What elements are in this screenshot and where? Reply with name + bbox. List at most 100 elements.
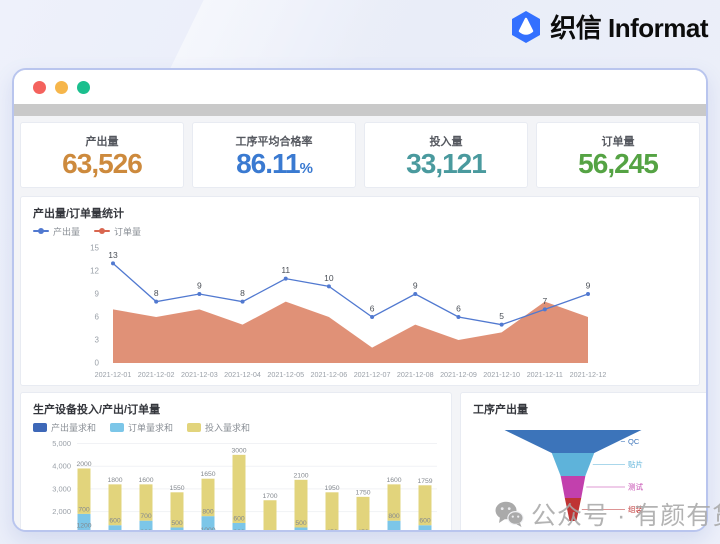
svg-text:1200: 1200	[76, 522, 91, 529]
stacked-bar-chart[interactable]: 01,0002,0003,0004,0005,00012007002000800…	[33, 433, 441, 532]
svg-text:QC: QC	[628, 437, 640, 446]
svg-text:10: 10	[324, 273, 334, 283]
svg-text:9: 9	[586, 281, 591, 291]
svg-text:0: 0	[95, 359, 100, 368]
kpi-value: 86.11%	[236, 150, 312, 178]
svg-text:1600: 1600	[138, 477, 153, 484]
svg-text:贴片: 贴片	[628, 459, 643, 469]
line-chart-legend: 产出量 订单量	[33, 225, 687, 237]
svg-text:2021-12-12: 2021-12-12	[570, 370, 607, 379]
swatch-icon	[33, 423, 47, 432]
svg-text:2100: 2100	[293, 472, 308, 479]
svg-text:800: 800	[388, 513, 400, 520]
svg-text:1650: 1650	[200, 471, 215, 478]
legend-item-order-sum[interactable]: 订单量求和	[110, 421, 173, 434]
kpi-card-orders: 订单量 56,245	[536, 122, 700, 188]
svg-text:2021-12-06: 2021-12-06	[311, 370, 348, 379]
svg-text:2021-12-10: 2021-12-10	[483, 370, 520, 379]
traffic-light-maximize[interactable]	[77, 81, 90, 94]
output-order-trend-card: 产出量/订单量统计 产出量 订单量 2021-12-01 2021-12-02 20…	[20, 196, 700, 386]
kpi-value: 33,121	[406, 150, 486, 178]
kpi-label: 订单量	[602, 133, 635, 149]
svg-text:3000: 3000	[231, 447, 246, 454]
legend-item-output[interactable]: 产出量	[33, 225, 80, 238]
window-toolbar	[14, 104, 706, 116]
svg-text:1700: 1700	[262, 493, 277, 500]
svg-text:800: 800	[419, 531, 431, 532]
svg-text:测试: 测试	[628, 482, 643, 492]
kpi-row: 产出量 63,526 工序平均合格率 86.11% 投入量 33,121 订单量…	[20, 122, 700, 188]
window-titlebar[interactable]	[14, 70, 706, 104]
svg-text:800: 800	[109, 531, 121, 532]
svg-text:3,000: 3,000	[52, 484, 71, 493]
watermark-text: 公众号 · 有颜有货	[531, 496, 720, 532]
svg-text:400: 400	[264, 531, 276, 532]
svg-text:1000: 1000	[200, 527, 215, 532]
svg-text:800: 800	[171, 531, 183, 532]
svg-text:1759: 1759	[417, 478, 432, 485]
dashboard-content: 产出量 63,526 工序平均合格率 86.11% 投入量 33,121 订单量…	[14, 116, 706, 530]
kpi-label: 工序平均合格率	[236, 133, 313, 149]
svg-text:900: 900	[140, 529, 152, 532]
bar-chart-legend: 产出量求和 订单量求和 投入量求和	[33, 421, 439, 433]
kpi-label: 投入量	[430, 133, 463, 149]
traffic-light-minimize[interactable]	[55, 81, 68, 94]
svg-text:2021-12-08: 2021-12-08	[397, 370, 434, 379]
svg-text:1550: 1550	[169, 485, 184, 492]
traffic-light-close[interactable]	[33, 81, 46, 94]
brand-name: 织信 Informat	[550, 8, 708, 45]
svg-text:1,000: 1,000	[52, 530, 71, 532]
svg-text:15: 15	[90, 244, 99, 253]
svg-text:3: 3	[95, 336, 100, 345]
svg-text:800: 800	[295, 531, 307, 532]
line-area-chart[interactable]: 2021-12-012021-12-022021-12-032021-12-04…	[33, 237, 693, 385]
svg-text:1800: 1800	[107, 477, 122, 484]
kpi-card-output: 产出量 63,526	[20, 122, 184, 188]
svg-text:11: 11	[281, 265, 290, 275]
svg-text:9: 9	[197, 281, 202, 291]
svg-text:2021-12-02: 2021-12-02	[138, 370, 175, 379]
line-marker-icon	[94, 230, 110, 232]
svg-text:600: 600	[109, 518, 121, 525]
svg-text:9: 9	[413, 281, 418, 291]
svg-text:450: 450	[357, 529, 369, 532]
brand-hexagon-icon	[510, 10, 542, 44]
svg-text:2021-12-04: 2021-12-04	[224, 370, 261, 379]
svg-text:6: 6	[370, 304, 375, 314]
svg-text:5,000: 5,000	[52, 439, 71, 448]
svg-text:500: 500	[171, 520, 183, 527]
svg-text:12: 12	[90, 267, 99, 276]
kpi-value: 56,245	[578, 150, 658, 178]
app-window: 产出量 63,526 工序平均合格率 86.11% 投入量 33,121 订单量…	[12, 68, 708, 532]
svg-text:8: 8	[240, 288, 245, 298]
svg-text:2021-12-07: 2021-12-07	[354, 370, 391, 379]
kpi-label: 产出量	[86, 133, 119, 149]
swatch-icon	[110, 423, 124, 432]
svg-text:2021-12-09: 2021-12-09	[440, 370, 477, 379]
svg-text:6: 6	[456, 304, 461, 314]
watermark: 公众号 · 有颜有货	[494, 496, 720, 532]
equipment-bar-chart-card: 生产设备投入/产出/订单量 产出量求和 订单量求和 投入量求和	[20, 392, 452, 532]
wechat-icon	[494, 500, 524, 528]
svg-text:900: 900	[233, 529, 245, 532]
svg-text:9: 9	[95, 290, 100, 299]
svg-text:2021-12-01: 2021-12-01	[95, 370, 132, 379]
svg-text:1750: 1750	[355, 489, 370, 496]
svg-text:700: 700	[78, 506, 90, 513]
svg-text:13: 13	[108, 250, 118, 260]
chart-title: 生产设备投入/产出/订单量	[33, 401, 439, 417]
line-marker-icon	[33, 230, 49, 232]
svg-text:2,000: 2,000	[52, 507, 71, 516]
legend-item-input-sum[interactable]: 投入量求和	[187, 421, 250, 434]
svg-text:2021-12-05: 2021-12-05	[267, 370, 304, 379]
svg-text:1950: 1950	[324, 485, 339, 492]
kpi-card-pass-rate: 工序平均合格率 86.11%	[192, 122, 356, 188]
svg-text:4,000: 4,000	[52, 462, 71, 471]
svg-text:8: 8	[154, 288, 159, 298]
swatch-icon	[187, 423, 201, 432]
svg-text:500: 500	[295, 520, 307, 527]
chart-title: 工序产出量	[473, 401, 697, 417]
chart-title: 产出量/订单量统计	[33, 205, 687, 221]
legend-item-orders[interactable]: 订单量	[94, 225, 141, 238]
legend-item-output-sum[interactable]: 产出量求和	[33, 421, 96, 434]
